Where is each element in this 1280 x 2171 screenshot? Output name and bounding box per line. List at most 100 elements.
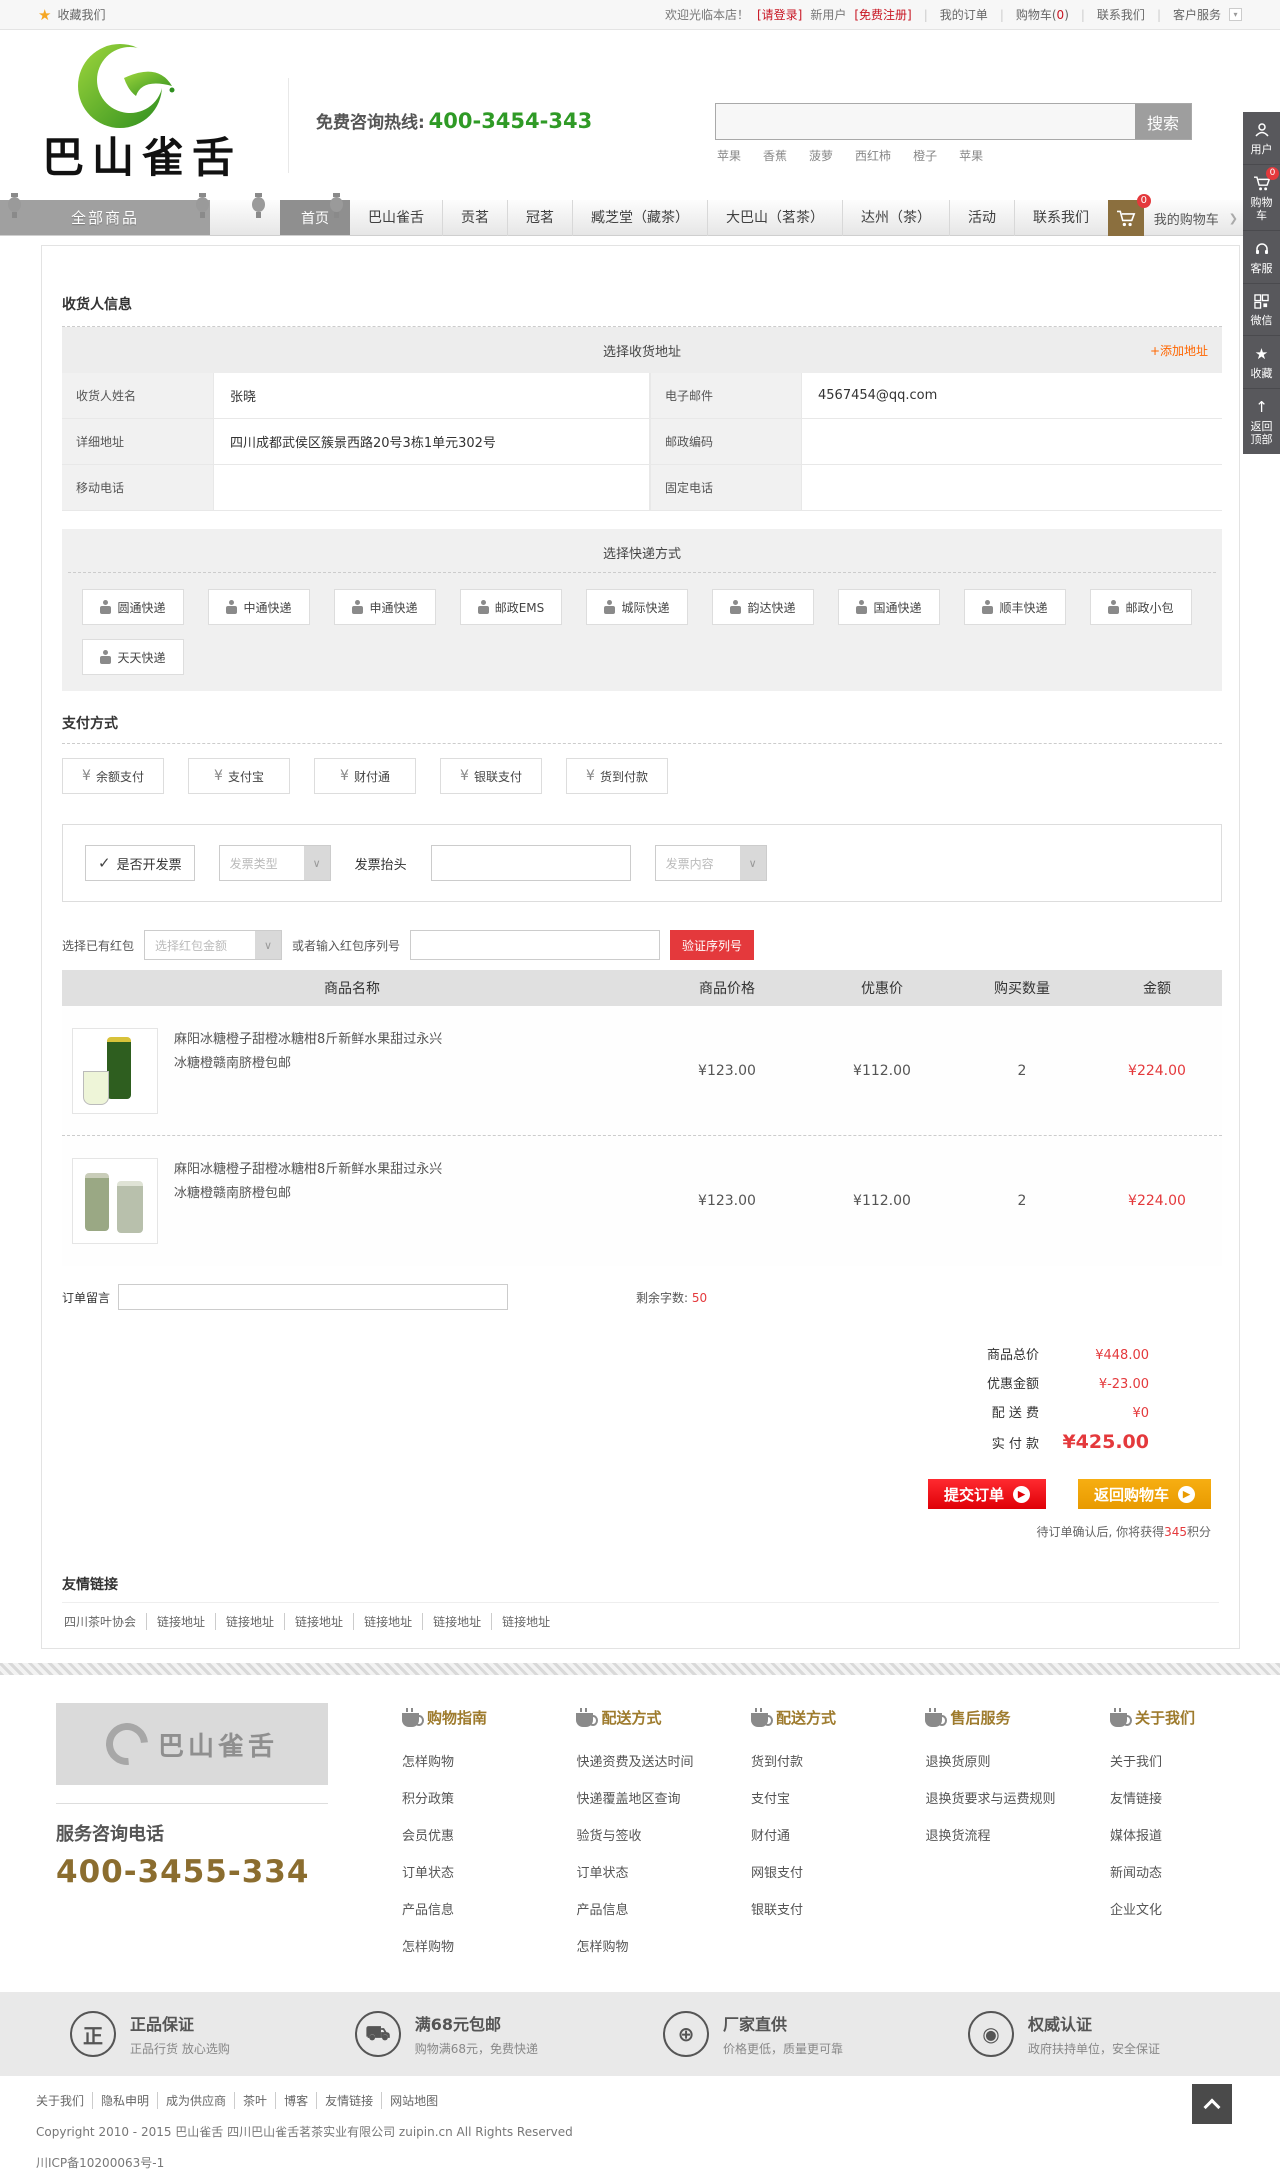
- mobile-field[interactable]: [214, 465, 650, 510]
- footer-link[interactable]: 友情链接: [1110, 1781, 1230, 1818]
- courier-option[interactable]: 申通快递: [334, 589, 436, 625]
- footer-link[interactable]: 网银支付: [751, 1855, 871, 1892]
- footer-link[interactable]: 快递资费及送达时间: [576, 1744, 696, 1781]
- nav-item[interactable]: 臧芝堂（藏茶）: [573, 200, 708, 236]
- courier-option[interactable]: 国通快递: [838, 589, 940, 625]
- hot-word[interactable]: 西红柿: [855, 147, 891, 164]
- footer-link[interactable]: 订单状态: [576, 1855, 696, 1892]
- product-name[interactable]: 麻阳冰糖橙子甜橙冰糖柑8斤新鲜水果甜过永兴 冰糖橙赣南脐橙包邮: [174, 1158, 442, 1206]
- site-logo[interactable]: 巴山雀舌: [42, 38, 282, 180]
- footer-link[interactable]: 积分政策: [402, 1781, 522, 1818]
- address-field[interactable]: 四川成都武侯区簇景西路20号3栋1单元302号: [214, 419, 650, 464]
- footer-link[interactable]: 新闻动态: [1110, 1855, 1230, 1892]
- nav-item[interactable]: 大巴山（茗茶）: [708, 200, 843, 236]
- sidebar-item-user[interactable]: 用户: [1243, 112, 1280, 165]
- footer-link[interactable]: 银联支付: [751, 1892, 871, 1929]
- footer-link[interactable]: 支付宝: [751, 1781, 871, 1818]
- friend-link[interactable]: 链接地址: [147, 1613, 216, 1630]
- payment-option[interactable]: ¥余额支付: [62, 758, 164, 794]
- footer-link[interactable]: 企业文化: [1110, 1892, 1230, 1929]
- footer-link[interactable]: 退换货流程: [925, 1818, 1055, 1855]
- bottom-link[interactable]: 网站地图: [382, 2092, 446, 2109]
- submit-order-button[interactable]: 提交订单▶: [928, 1479, 1046, 1509]
- footer-link[interactable]: 关于我们: [1110, 1744, 1230, 1781]
- footer-link[interactable]: 货到付款: [751, 1744, 871, 1781]
- courier-option[interactable]: 韵达快递: [712, 589, 814, 625]
- hot-word[interactable]: 橙子: [913, 147, 937, 164]
- friend-link[interactable]: 链接地址: [423, 1613, 492, 1630]
- bottom-link[interactable]: 成为供应商: [158, 2092, 235, 2109]
- footer-link[interactable]: 订单状态: [402, 1855, 522, 1892]
- hot-word[interactable]: 苹果: [717, 147, 741, 164]
- nav-item[interactable]: 贡茗: [443, 200, 508, 236]
- back-to-top-button[interactable]: [1192, 2084, 1232, 2124]
- courier-option[interactable]: 圆通快递: [82, 589, 184, 625]
- search-input[interactable]: [716, 104, 1135, 139]
- invoice-checkbox[interactable]: ✓ 是否开发票: [85, 845, 195, 881]
- nav-all-products[interactable]: 全部商品: [0, 200, 210, 235]
- courier-option[interactable]: 顺丰快递: [964, 589, 1066, 625]
- bottom-link[interactable]: 茶叶: [235, 2092, 276, 2109]
- order-message-input[interactable]: [118, 1284, 508, 1310]
- friend-link[interactable]: 四川茶叶协会: [62, 1613, 147, 1630]
- payment-option[interactable]: ¥支付宝: [188, 758, 290, 794]
- footer-link[interactable]: 财付通: [751, 1818, 871, 1855]
- login-link[interactable]: [请登录]: [757, 6, 802, 23]
- bottom-link[interactable]: 博客: [276, 2092, 317, 2109]
- payment-option[interactable]: ¥银联支付: [440, 758, 542, 794]
- footer-link[interactable]: 退换货要求与运费规则: [925, 1781, 1055, 1818]
- email-field[interactable]: 4567454@qq.com: [802, 373, 1222, 418]
- invoice-title-input[interactable]: [431, 845, 631, 881]
- my-orders-link[interactable]: 我的订单: [940, 6, 988, 23]
- courier-option[interactable]: 邮政EMS: [460, 589, 562, 625]
- hot-word[interactable]: 香蕉: [763, 147, 787, 164]
- topbar-cart-link[interactable]: 购物车(0): [1016, 6, 1069, 23]
- sidebar-item-wechat[interactable]: 微信: [1243, 284, 1280, 336]
- footer-link[interactable]: 媒体报道: [1110, 1818, 1230, 1855]
- footer-link[interactable]: 快递覆盖地区查询: [576, 1781, 696, 1818]
- sidebar-item-service[interactable]: 客服: [1243, 231, 1280, 284]
- nav-item[interactable]: 联系我们: [1015, 200, 1107, 236]
- nav-item[interactable]: 巴山雀舌: [350, 200, 443, 236]
- sidebar-item-favorite[interactable]: ★ 收藏: [1243, 336, 1280, 389]
- customer-service-link[interactable]: 客户服务: [1173, 6, 1221, 23]
- courier-option[interactable]: 城际快递: [586, 589, 688, 625]
- hot-word[interactable]: 菠萝: [809, 147, 833, 164]
- sidebar-item-back-top[interactable]: ↑ 返回顶部: [1243, 389, 1280, 454]
- courier-option[interactable]: 中通快递: [208, 589, 310, 625]
- bottom-link[interactable]: 友情链接: [317, 2092, 382, 2109]
- sidebar-item-cart[interactable]: 0 购物车: [1243, 165, 1280, 231]
- red-packet-select[interactable]: 选择红包金额 ∨: [144, 930, 282, 960]
- friend-link[interactable]: 链接地址: [354, 1613, 423, 1630]
- footer-link[interactable]: 验货与签收: [576, 1818, 696, 1855]
- zipcode-field[interactable]: [802, 419, 1222, 464]
- verify-serial-button[interactable]: 验证序列号: [670, 930, 754, 960]
- register-link[interactable]: [免费注册]: [854, 6, 911, 23]
- courier-option[interactable]: 邮政小包: [1090, 589, 1192, 625]
- friend-link[interactable]: 链接地址: [285, 1613, 354, 1630]
- invoice-content-select[interactable]: 发票内容 ∨: [655, 845, 767, 881]
- footer-logo[interactable]: 巴山雀舌: [56, 1703, 328, 1785]
- footer-link[interactable]: 产品信息: [402, 1892, 522, 1929]
- courier-option[interactable]: 天天快递: [82, 639, 184, 675]
- footer-link[interactable]: 怎样购物: [402, 1744, 522, 1781]
- product-image[interactable]: [72, 1158, 158, 1244]
- consignee-name-field[interactable]: 张晓: [214, 373, 650, 418]
- bottom-link[interactable]: 隐私申明: [93, 2092, 158, 2109]
- product-image[interactable]: [72, 1028, 158, 1114]
- hot-word[interactable]: 苹果: [959, 147, 983, 164]
- back-to-cart-button[interactable]: 返回购物车▶: [1078, 1479, 1211, 1509]
- friend-link[interactable]: 链接地址: [492, 1613, 560, 1630]
- telephone-field[interactable]: [802, 465, 1222, 510]
- service-dropdown-icon[interactable]: ▾: [1229, 8, 1242, 21]
- my-cart-button[interactable]: 0 我的购物车 ❯: [1108, 200, 1238, 236]
- search-button[interactable]: 搜索: [1135, 104, 1191, 139]
- payment-option[interactable]: ¥货到付款: [566, 758, 668, 794]
- product-name[interactable]: 麻阳冰糖橙子甜橙冰糖柑8斤新鲜水果甜过永兴 冰糖橙赣南脐橙包邮: [174, 1028, 442, 1076]
- footer-link[interactable]: 产品信息: [576, 1892, 696, 1929]
- footer-link[interactable]: 怎样购物: [576, 1929, 696, 1966]
- bottom-link[interactable]: 关于我们: [36, 2092, 93, 2109]
- add-address-link[interactable]: +添加地址: [1150, 342, 1208, 359]
- contact-link[interactable]: 联系我们: [1097, 6, 1145, 23]
- friend-link[interactable]: 链接地址: [216, 1613, 285, 1630]
